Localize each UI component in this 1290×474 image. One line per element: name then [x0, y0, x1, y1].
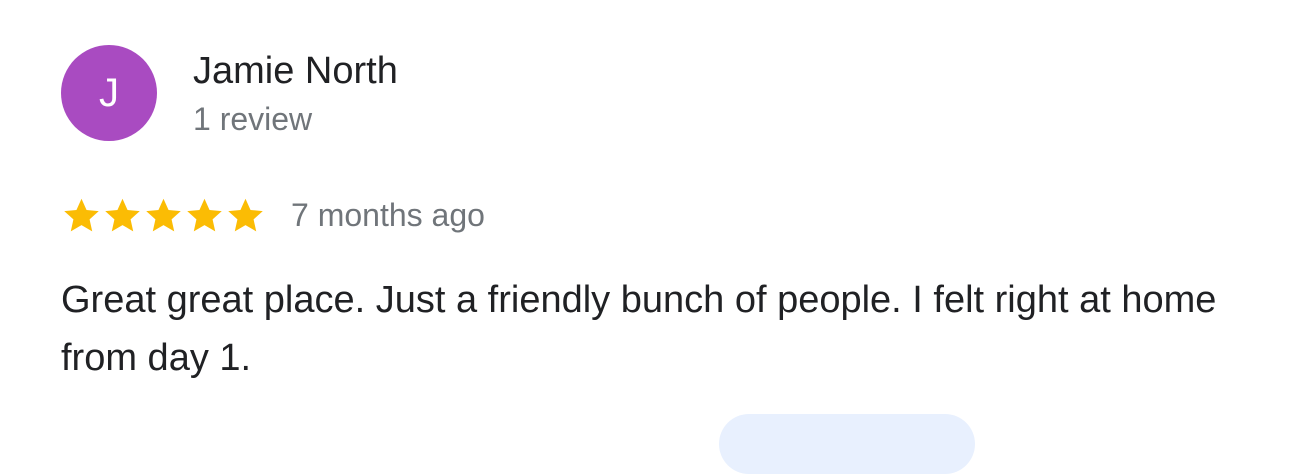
- star-icon: [105, 198, 140, 231]
- star-icon: [64, 198, 99, 231]
- star-icon: [146, 198, 181, 231]
- reviewer-name[interactable]: Jamie North: [193, 49, 398, 93]
- review-timestamp: 7 months ago: [291, 197, 485, 233]
- reviewer-review-count[interactable]: 1 review: [193, 99, 312, 139]
- review-text: Great great place. Just a friendly bunch…: [61, 279, 1217, 379]
- action-chip[interactable]: [719, 414, 975, 474]
- reviewer-avatar[interactable]: J: [61, 45, 157, 141]
- star-rating: [61, 195, 266, 236]
- rating-row: 7 months ago: [61, 192, 485, 238]
- avatar-initial: J: [99, 71, 119, 115]
- star-icon: [187, 198, 222, 231]
- star-icon: [228, 198, 263, 231]
- review-card: J Jamie North 1 review 7 months ago Grea…: [0, 0, 1290, 474]
